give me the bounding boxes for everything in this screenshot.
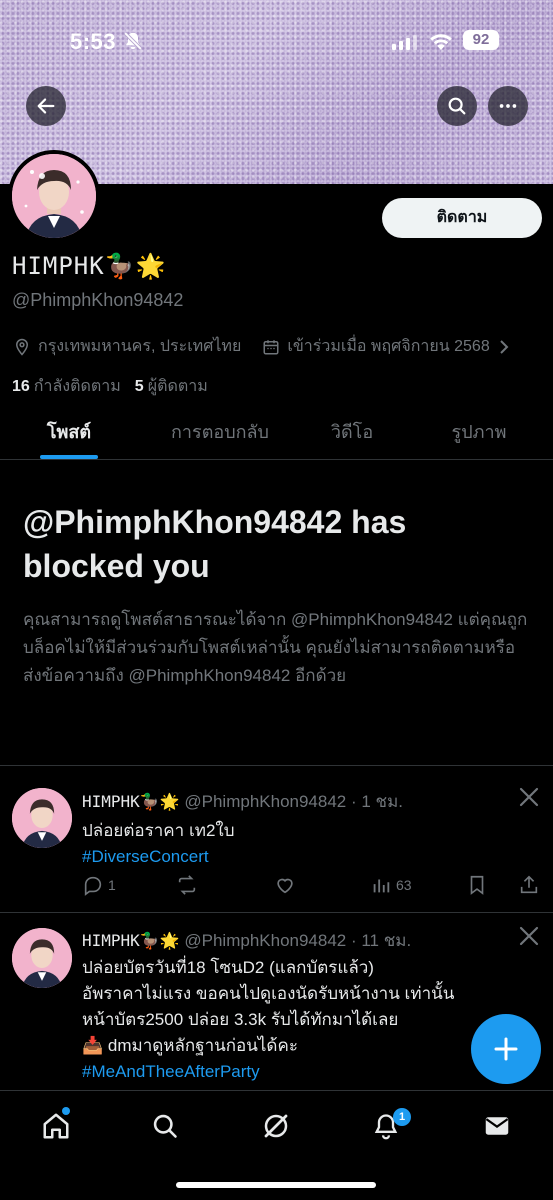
post-hashtag[interactable]: #MeAndTheeAfterParty bbox=[82, 1059, 522, 1085]
close-icon[interactable] bbox=[518, 786, 540, 808]
profile-name: HIMPHK🦆🌟 bbox=[12, 252, 167, 280]
followers-link[interactable]: 5 ผู้ติดตาม bbox=[135, 374, 208, 399]
followers-label: ผู้ติดตาม bbox=[147, 378, 208, 395]
avatar-image bbox=[12, 154, 96, 238]
calendar-icon bbox=[261, 337, 281, 357]
nav-grok[interactable] bbox=[259, 1109, 293, 1143]
tab-replies[interactable]: การตอบกลับ bbox=[150, 410, 290, 460]
signal-icon bbox=[392, 34, 417, 50]
plus-icon bbox=[494, 1037, 518, 1061]
heart-icon bbox=[277, 878, 293, 894]
close-icon[interactable] bbox=[518, 925, 540, 947]
analytics-icon bbox=[373, 879, 390, 893]
search-icon bbox=[153, 1114, 177, 1138]
post-author-name[interactable]: HIMPHK🦆🌟 bbox=[82, 931, 180, 950]
arrow-left-icon bbox=[37, 98, 55, 114]
post-header: HIMPHK🦆🌟 @PhimphKhon94842 · 11 ชม. bbox=[82, 927, 411, 954]
following-link[interactable]: 16 กำลังติดตาม bbox=[12, 374, 121, 399]
reply-icon bbox=[84, 876, 102, 896]
following-count: 16 bbox=[12, 378, 30, 395]
post-line: ปล่อยต่อราคา เท2ใบ bbox=[82, 821, 235, 840]
tab-videos[interactable]: วิดีโอ bbox=[310, 410, 394, 460]
views-button[interactable]: 63 bbox=[370, 874, 412, 896]
more-button[interactable] bbox=[488, 86, 528, 126]
profile-handle: @PhimphKhon94842 bbox=[12, 290, 184, 310]
post-line: อัพราคาไม่แรง ขอคนไปดูเองนัดรับหน้างาน เ… bbox=[82, 984, 455, 1003]
active-tab-indicator bbox=[40, 455, 98, 459]
nav-search[interactable] bbox=[148, 1109, 182, 1143]
post-item[interactable]: HIMPHK🦆🌟 @PhimphKhon94842 · 11 ชม. ปล่อย… bbox=[0, 913, 553, 1093]
status-time: 5:53 bbox=[70, 29, 117, 54]
post-author-handle[interactable]: @PhimphKhon94842 bbox=[184, 931, 346, 950]
post-author-handle[interactable]: @PhimphKhon94842 bbox=[184, 792, 346, 811]
reply-count: 1 bbox=[108, 877, 116, 893]
home-indicator bbox=[176, 1182, 376, 1188]
like-button[interactable] bbox=[274, 874, 296, 896]
bookmark-icon bbox=[470, 875, 484, 895]
post-line: หน้าบัตร2500 ปล่อย 3.3k รับได้ทักมาได้เล… bbox=[82, 1010, 399, 1029]
post-time: · 11 ชม. bbox=[350, 931, 412, 950]
followers-count: 5 bbox=[134, 378, 144, 395]
grok-icon bbox=[264, 1114, 288, 1138]
bell-off-icon bbox=[123, 31, 143, 51]
notifications-badge: 1 bbox=[393, 1108, 411, 1126]
post-time: · 1 ชม. bbox=[350, 792, 404, 811]
profile-meta: กรุงเทพมหานคร, ประเทศไทย เข้าร่วมเมื่อ พ… bbox=[12, 334, 547, 359]
blocked-description: คุณสามารถดูโพสต์สาธารณะได้จาก @PhimphKho… bbox=[23, 610, 528, 685]
mail-icon bbox=[485, 1117, 509, 1135]
post-line: ปล่อยบัตรวันที่18 โซนD2 (แลกบัตรแล้ว) bbox=[82, 958, 374, 977]
avatar-image bbox=[12, 928, 72, 988]
post-header: HIMPHK🦆🌟 @PhimphKhon94842 · 1 ชม. bbox=[82, 788, 403, 815]
following-label: กำลังติดตาม bbox=[33, 378, 121, 395]
bookmark-button[interactable] bbox=[466, 874, 488, 896]
profile-avatar[interactable] bbox=[8, 150, 100, 242]
post-line: 📥 dmมาดูหลักฐานก่อนได้คะ bbox=[82, 1036, 298, 1055]
location-pin-icon bbox=[12, 337, 32, 357]
profile-joined: เข้าร่วมเมื่อ พฤศจิกายน 2568 bbox=[287, 338, 490, 355]
compose-button[interactable] bbox=[471, 1014, 541, 1084]
post-text: ปล่อยบัตรวันที่18 โซนD2 (แลกบัตรแล้ว) อั… bbox=[82, 955, 522, 1085]
follow-button[interactable]: ติดตาม bbox=[382, 198, 542, 238]
follow-stats: 16 กำลังติดตาม 5 ผู้ติดตาม bbox=[12, 374, 208, 399]
repost-button[interactable] bbox=[176, 874, 198, 896]
post-avatar[interactable] bbox=[12, 928, 72, 988]
share-button[interactable] bbox=[518, 874, 540, 896]
tab-photos[interactable]: รูปภาพ bbox=[430, 410, 528, 460]
post-text: ปล่อยต่อราคา เท2ใบ #DiverseConcert bbox=[82, 818, 522, 870]
battery-indicator: 92 bbox=[463, 30, 499, 50]
wifi-icon bbox=[430, 34, 452, 50]
chevron-right-icon[interactable] bbox=[494, 337, 514, 357]
post-avatar[interactable] bbox=[12, 788, 72, 848]
post-author-name[interactable]: HIMPHK🦆🌟 bbox=[82, 792, 180, 811]
home-icon bbox=[43, 1113, 69, 1139]
home-unread-dot bbox=[62, 1107, 70, 1115]
blocked-title: @PhimphKhon94842 has blocked you bbox=[23, 504, 407, 584]
repost-icon bbox=[178, 875, 196, 895]
status-bar: 5:53 92 bbox=[0, 0, 553, 80]
view-count: 63 bbox=[396, 877, 412, 893]
search-icon bbox=[448, 97, 466, 115]
profile-location: กรุงเทพมหานคร, ประเทศไทย bbox=[38, 338, 242, 355]
back-button[interactable] bbox=[26, 86, 66, 126]
post-item[interactable]: HIMPHK🦆🌟 @PhimphKhon94842 · 1 ชม. ปล่อยต… bbox=[0, 766, 553, 912]
search-button[interactable] bbox=[437, 86, 477, 126]
nav-messages[interactable] bbox=[480, 1109, 514, 1143]
avatar-image bbox=[12, 788, 72, 848]
profile-tabs: โพสต์ การตอบกลับ วิดีโอ รูปภาพ bbox=[0, 410, 553, 460]
tab-posts[interactable]: โพสต์ bbox=[20, 410, 118, 460]
share-icon bbox=[520, 875, 538, 894]
post-hashtag[interactable]: #DiverseConcert bbox=[82, 844, 522, 870]
more-horizontal-icon bbox=[499, 104, 517, 108]
post-actions: 1 63 bbox=[82, 873, 542, 897]
reply-button[interactable]: 1 bbox=[82, 874, 116, 896]
